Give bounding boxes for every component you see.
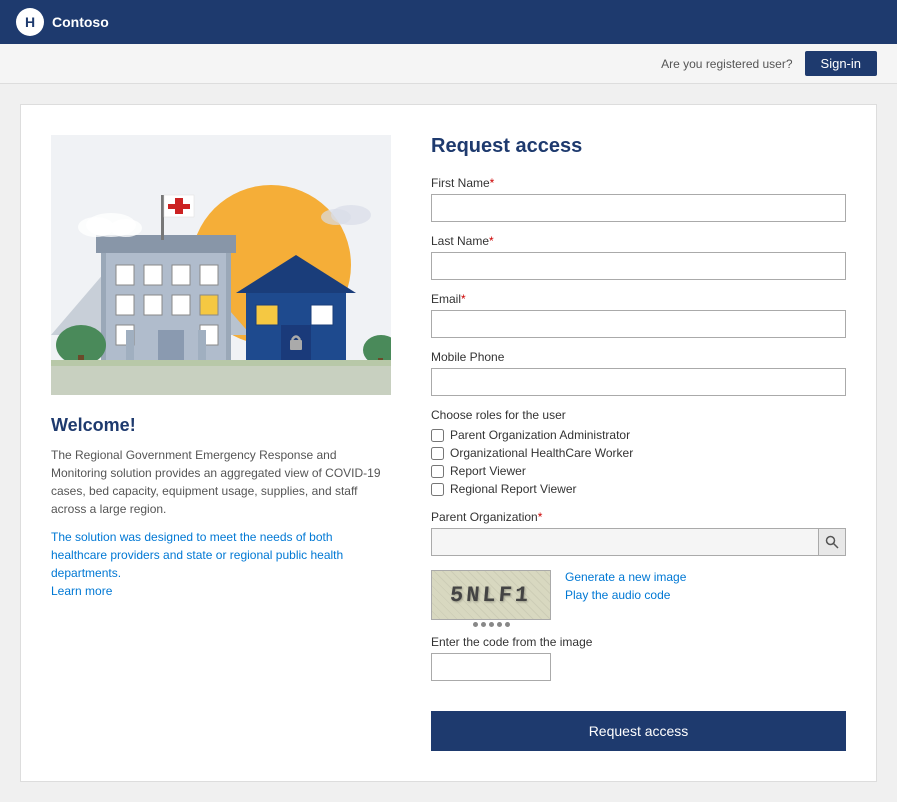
brand-logo: H <box>16 8 44 36</box>
play-audio-link[interactable]: Play the audio code <box>565 588 686 602</box>
role-label-healthcare-worker: Organizational HealthCare Worker <box>450 446 633 460</box>
search-icon <box>825 535 839 549</box>
captcha-section: 5NLF1 Generate a new image Play the audi <box>431 570 846 681</box>
captcha-row: 5NLF1 Generate a new image Play the audi <box>431 570 846 627</box>
form-title: Request access <box>431 135 846 158</box>
illustration <box>51 135 391 395</box>
captcha-dot <box>473 622 478 627</box>
parent-org-input[interactable] <box>431 528 818 556</box>
first-name-input[interactable] <box>431 194 846 222</box>
email-group: Email* <box>431 292 846 338</box>
captcha-dot <box>505 622 510 627</box>
captcha-image: 5NLF1 <box>431 570 551 620</box>
last-name-input[interactable] <box>431 252 846 280</box>
role-checkbox-report-viewer[interactable] <box>431 465 444 478</box>
role-item-parent-org-admin: Parent Organization Administrator <box>431 428 846 442</box>
mobile-phone-group: Mobile Phone <box>431 350 846 396</box>
role-checkbox-regional-report-viewer[interactable] <box>431 483 444 496</box>
mobile-phone-input[interactable] <box>431 368 846 396</box>
first-name-label: First Name* <box>431 176 846 190</box>
captcha-dot <box>481 622 486 627</box>
request-access-button[interactable]: Request access <box>431 711 846 751</box>
role-item-regional-report-viewer: Regional Report Viewer <box>431 482 846 496</box>
right-panel: Request access First Name* Last Name* Em… <box>421 135 846 751</box>
brand-title: Contoso <box>52 14 109 30</box>
page-inner: Welcome! The Regional Government Emergen… <box>20 104 877 782</box>
captcha-image-wrapper: 5NLF1 <box>431 570 551 627</box>
parent-org-row <box>431 528 846 556</box>
roles-label: Choose roles for the user <box>431 408 846 422</box>
role-checkbox-parent-org-admin[interactable] <box>431 429 444 442</box>
parent-org-group: Parent Organization* <box>431 510 846 556</box>
page-wrapper: Welcome! The Regional Government Emergen… <box>0 84 897 802</box>
email-label: Email* <box>431 292 846 306</box>
parent-org-search-button[interactable] <box>818 528 846 556</box>
role-item-healthcare-worker: Organizational HealthCare Worker <box>431 446 846 460</box>
registered-question: Are you registered user? <box>661 57 792 71</box>
role-label-parent-org-admin: Parent Organization Administrator <box>450 428 630 442</box>
captcha-value: 5NLF1 <box>449 583 532 608</box>
welcome-desc1: The Regional Government Emergency Respon… <box>51 446 391 518</box>
parent-org-label: Parent Organization* <box>431 510 846 524</box>
roles-section: Choose roles for the user Parent Organiz… <box>431 408 846 496</box>
role-label-report-viewer: Report Viewer <box>450 464 526 478</box>
captcha-code-input[interactable] <box>431 653 551 681</box>
navbar: H Contoso <box>0 0 897 44</box>
captcha-dot <box>497 622 502 627</box>
left-panel: Welcome! The Regional Government Emergen… <box>51 135 391 751</box>
role-label-regional-report-viewer: Regional Report Viewer <box>450 482 577 496</box>
role-item-report-viewer: Report Viewer <box>431 464 846 478</box>
signin-button[interactable]: Sign-in <box>805 51 877 76</box>
captcha-dot <box>489 622 494 627</box>
learn-more-link[interactable]: Learn more <box>51 584 112 598</box>
captcha-dots <box>431 622 551 627</box>
mobile-phone-label: Mobile Phone <box>431 350 846 364</box>
captcha-code-label: Enter the code from the image <box>431 635 846 649</box>
welcome-title: Welcome! <box>51 415 391 436</box>
brand: H Contoso <box>16 8 109 36</box>
captcha-links: Generate a new image Play the audio code <box>565 570 686 602</box>
first-name-group: First Name* <box>431 176 846 222</box>
last-name-group: Last Name* <box>431 234 846 280</box>
last-name-label: Last Name* <box>431 234 846 248</box>
generate-new-image-link[interactable]: Generate a new image <box>565 570 686 584</box>
email-input[interactable] <box>431 310 846 338</box>
role-checkbox-healthcare-worker[interactable] <box>431 447 444 460</box>
welcome-desc2: The solution was designed to meet the ne… <box>51 528 391 600</box>
subheader: Are you registered user? Sign-in <box>0 44 897 84</box>
